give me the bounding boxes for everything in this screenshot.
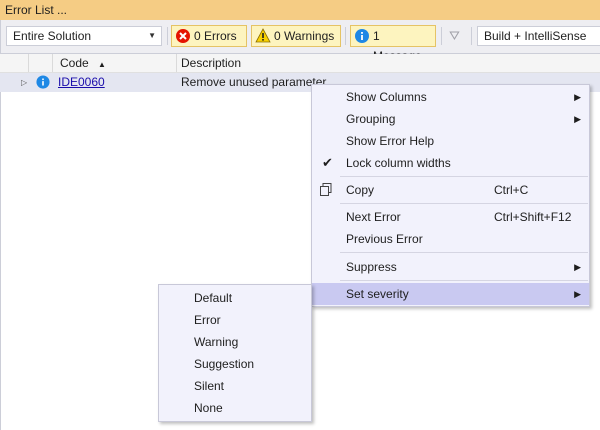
scope-dropdown-label: Entire Solution [13,29,92,43]
menu-separator [340,176,588,177]
menu-separator [340,203,588,204]
scope-dropdown[interactable]: Entire Solution ▼ [6,26,162,46]
toolbar-separator [167,27,168,45]
column-divider [52,54,53,72]
menu-item-next-error[interactable]: Next Error Ctrl+Shift+F12 [312,206,589,228]
menu-item-label: Set severity [346,287,409,301]
menu-item-label: Suppress [346,260,397,274]
menu-item-label: Previous Error [346,232,423,246]
severity-item-suggestion[interactable]: Suggestion [159,353,311,375]
menu-item-label: Grouping [346,112,396,126]
menu-item-previous-error[interactable]: Previous Error [312,228,589,250]
menu-item-label: Suggestion [194,357,255,371]
severity-submenu: Default Error Warning Suggestion Silent … [158,284,312,422]
clear-filter-icon[interactable]: ⛛ [449,28,460,44]
menu-item-set-severity[interactable]: Set severity ▶ [312,283,589,305]
expand-arrow-icon[interactable]: ▷ [21,73,27,92]
severity-item-silent[interactable]: Silent [159,375,311,397]
menu-separator [340,252,588,253]
checkmark-icon: ✔ [322,155,333,170]
messages-filter-button[interactable]: 1 Message [350,25,436,63]
warnings-filter-button[interactable]: 0 Warnings [251,25,341,47]
table-header: Code ▲ Description [0,54,600,73]
menu-item-label: Copy [346,183,375,197]
warnings-filter-label: 0 Warnings [274,29,335,43]
submenu-arrow-icon: ▶ [574,92,581,102]
menu-item-label: Show Columns [346,90,427,104]
errors-filter-label: 0 Errors [194,29,237,43]
column-divider [176,54,177,72]
menu-item-label: Silent [194,379,225,393]
menu-item-grouping[interactable]: Grouping ▶ [312,108,589,130]
menu-item-label: Warning [194,335,239,349]
severity-item-error[interactable]: Error [159,309,311,331]
severity-item-default[interactable]: Default [159,287,311,309]
menu-item-shortcut: Ctrl+Shift+F12 [494,210,572,224]
info-icon [36,75,50,89]
menu-item-copy[interactable]: Copy Ctrl+C [312,179,589,201]
build-source-label: Build + IntelliSense [484,29,587,43]
menu-item-lock-column-widths[interactable]: ✔ Lock column widths [312,152,589,174]
toolbar-separator [471,27,472,45]
menu-item-label: Next Error [346,210,401,224]
warning-icon [255,28,271,43]
menu-item-suppress[interactable]: Suppress ▶ [312,256,589,278]
sort-ascending-icon: ▲ [98,60,106,69]
menu-item-label: None [194,401,223,415]
context-menu: Show Columns ▶ Grouping ▶ Show Error Hel… [311,84,590,307]
menu-item-show-columns[interactable]: Show Columns ▶ [312,86,589,108]
menu-item-shortcut: Ctrl+C [494,183,529,197]
build-source-dropdown[interactable]: Build + IntelliSense [477,26,600,46]
menu-item-label: Show Error Help [346,134,435,148]
errors-filter-button[interactable]: 0 Errors [171,25,247,47]
column-header-description[interactable]: Description [181,54,241,72]
severity-item-warning[interactable]: Warning [159,331,311,353]
menu-item-label: Error [194,313,221,327]
menu-separator [340,280,588,281]
chevron-down-icon: ▼ [148,31,156,40]
column-divider [28,54,29,72]
toolbar: Entire Solution ▼ 0 Errors 0 Warnings 1 … [0,20,600,63]
window-title: Error List ... [0,0,600,20]
error-icon [176,29,190,43]
copy-icon [320,183,332,196]
submenu-arrow-icon: ▶ [574,114,581,124]
severity-item-none[interactable]: None [159,397,311,419]
submenu-arrow-icon: ▶ [574,262,581,272]
column-header-code[interactable]: Code ▲ [60,54,106,72]
info-icon [355,29,369,43]
menu-item-label: Default [194,291,233,305]
error-code-link[interactable]: IDE0060 [58,73,105,92]
menu-item-label: Lock column widths [346,156,451,170]
toolbar-separator [441,27,442,45]
toolbar-separator [345,27,346,45]
column-header-code-label: Code [60,56,89,70]
submenu-arrow-icon: ▶ [574,289,581,299]
menu-item-show-error-help[interactable]: Show Error Help [312,130,589,152]
